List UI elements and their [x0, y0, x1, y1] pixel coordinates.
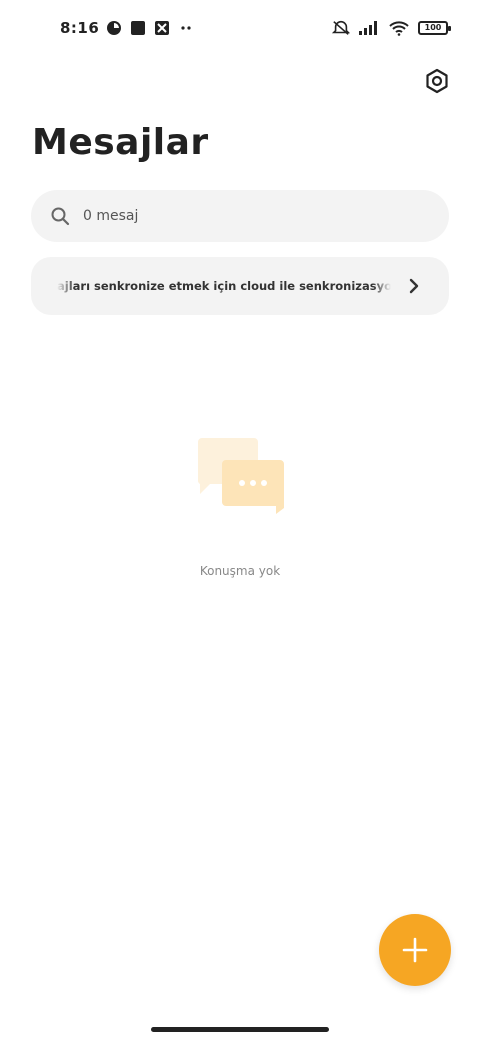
home-indicator[interactable]	[151, 1027, 329, 1032]
battery-icon: 100	[418, 21, 451, 35]
status-left: 8:16	[60, 17, 195, 39]
chevron-right-icon[interactable]	[399, 271, 429, 301]
empty-conversations-icon	[196, 436, 288, 518]
status-right: 100	[332, 17, 451, 39]
sync-banner-text: ajları senkronize etmek için cloud ile s…	[57, 279, 391, 293]
search-icon	[49, 205, 71, 227]
new-message-button[interactable]	[379, 914, 451, 986]
more-notifications-icon	[177, 19, 195, 37]
status-time: 8:16	[60, 19, 100, 37]
data-saver-icon	[105, 19, 123, 37]
mute-icon	[332, 19, 350, 37]
status-bar: 8:16 100	[0, 0, 480, 56]
square-app-icon	[129, 19, 147, 37]
settings-button[interactable]	[422, 66, 452, 96]
search-input[interactable]: 0 mesaj	[83, 208, 138, 224]
battery-level: 100	[424, 23, 442, 32]
plus-icon	[402, 937, 428, 963]
mail-icon	[153, 19, 171, 37]
page-title: Mesajlar	[32, 122, 209, 163]
messages-screen: 8:16 100 Mesajlar 0 mesaj ajları senkron…	[0, 0, 480, 1040]
settings-hex-icon	[426, 68, 448, 94]
wifi-icon	[388, 19, 410, 37]
signal-icon	[358, 19, 380, 37]
cloud-sync-banner[interactable]: ajları senkronize etmek için cloud ile s…	[31, 257, 449, 315]
empty-state-text: Konuşma yok	[199, 564, 281, 578]
search-bar[interactable]: 0 mesaj	[31, 190, 449, 242]
